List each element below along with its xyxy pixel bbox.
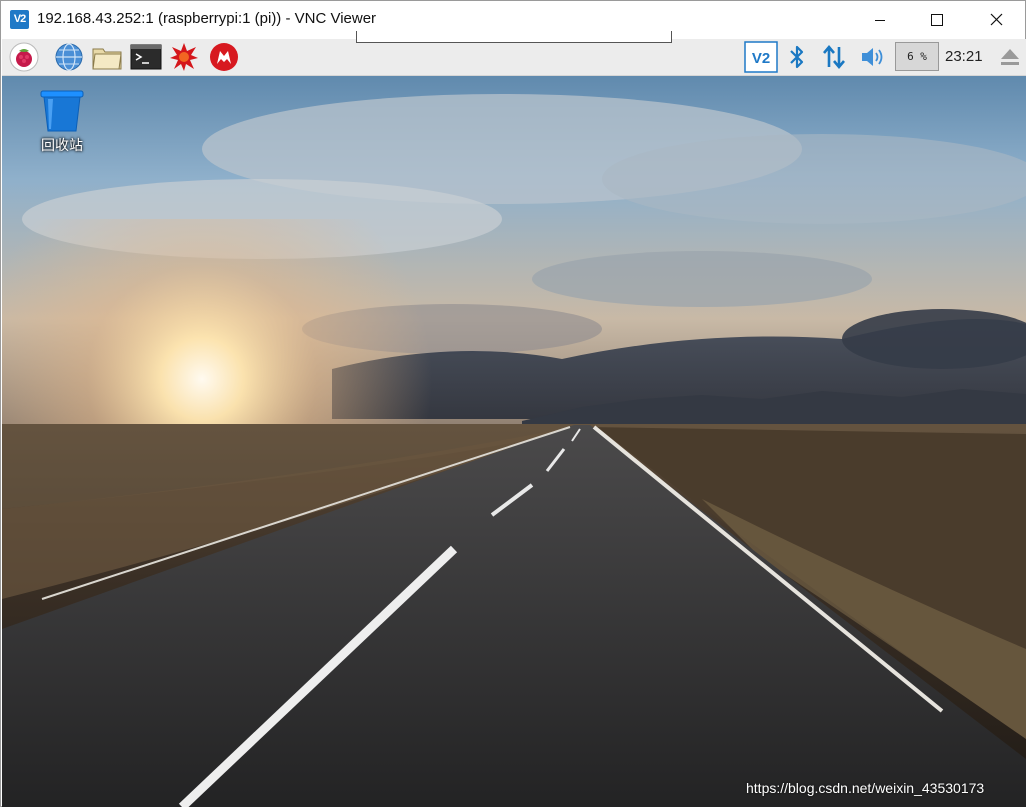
- network-arrows-icon: [823, 44, 845, 70]
- vnc-app-icon: V2: [10, 10, 29, 29]
- bluetooth-icon: [790, 45, 804, 69]
- remote-desktop[interactable]: V2 6 % 23:21 回收站 https://blog.csdn.net/w…: [2, 39, 1026, 807]
- volume-button[interactable]: [857, 42, 889, 72]
- window-title: 192.168.43.252:1 (raspberrypi:1 (pi)) - …: [37, 10, 377, 27]
- mathematica-button[interactable]: [208, 42, 240, 72]
- network-button[interactable]: [818, 42, 850, 72]
- mathematica-icon: [210, 43, 238, 71]
- maximize-icon: [931, 13, 943, 26]
- vnc-icon: V2: [744, 41, 778, 73]
- volume-icon: [862, 48, 883, 66]
- desktop-wallpaper: [2, 39, 1026, 807]
- file-manager-button[interactable]: [91, 42, 123, 72]
- desktop-icon-trash[interactable]: 回收站: [32, 89, 92, 159]
- desktop-icon-label: 回收站: [41, 137, 83, 153]
- wolfram-icon: [170, 43, 198, 71]
- eject-icon: [1001, 49, 1019, 65]
- eject-button[interactable]: [994, 42, 1026, 72]
- svg-text:V2: V2: [752, 50, 770, 67]
- close-button[interactable]: [967, 1, 1025, 38]
- clock[interactable]: 23:21: [945, 48, 983, 65]
- trash-icon: [40, 90, 84, 132]
- vnc-server-button[interactable]: V2: [744, 41, 778, 73]
- wolfram-button[interactable]: [168, 42, 200, 72]
- bluetooth-button[interactable]: [781, 42, 813, 72]
- cpu-usage-monitor[interactable]: 6 %: [895, 42, 939, 71]
- web-browser-button[interactable]: [53, 42, 85, 72]
- file-manager-icon: [92, 48, 122, 70]
- taskbar: V2 6 % 23:21: [2, 39, 1026, 76]
- web-browser-icon: [55, 43, 83, 71]
- vnc-viewer-window: V2 192.168.43.252:1 (raspberrypi:1 (pi))…: [0, 0, 1026, 807]
- close-icon: [990, 13, 1002, 26]
- raspberry-menu-button[interactable]: [8, 42, 40, 72]
- terminal-button[interactable]: [130, 42, 162, 72]
- terminal-icon: [130, 44, 162, 70]
- minimize-button[interactable]: [851, 1, 909, 38]
- raspberry-menu-icon: [9, 42, 39, 72]
- minimize-icon: [875, 19, 885, 21]
- maximize-button[interactable]: [908, 1, 966, 38]
- vnc-toolbar-handle[interactable]: [356, 31, 672, 43]
- watermark-text: https://blog.csdn.net/weixin_43530173: [746, 780, 985, 796]
